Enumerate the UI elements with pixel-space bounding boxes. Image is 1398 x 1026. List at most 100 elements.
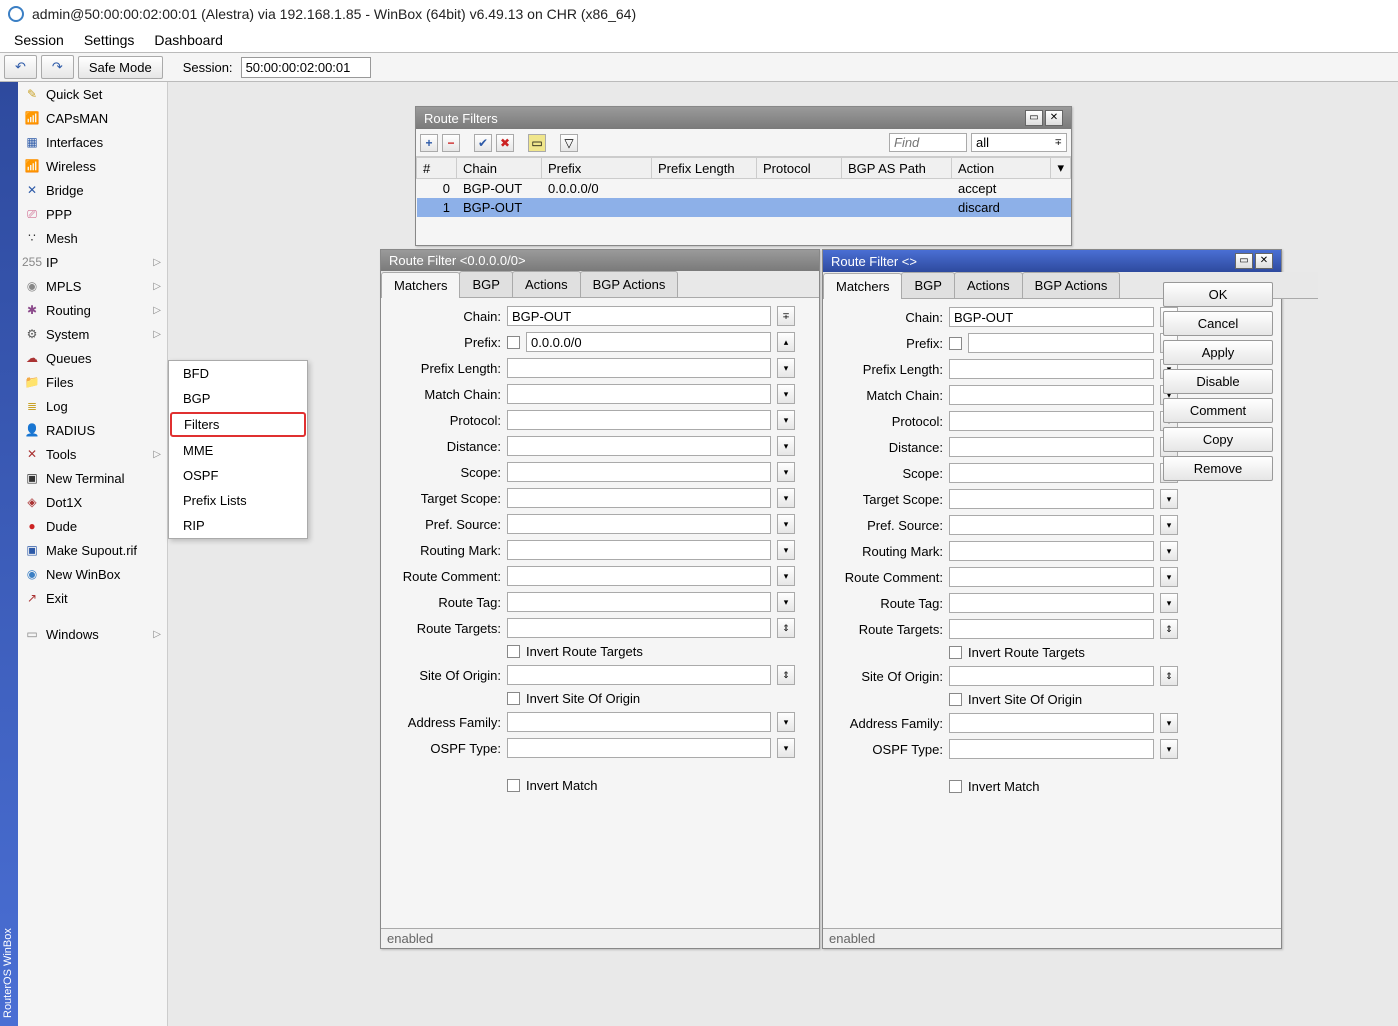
routing-mark-input[interactable] — [507, 540, 771, 560]
site-of-origin-dropdown[interactable]: ⇕ — [777, 665, 795, 685]
tab-matchers[interactable]: Matchers — [381, 272, 460, 298]
prefix-enable-checkbox[interactable] — [507, 336, 520, 349]
tab-bgp-actions[interactable]: BGP Actions — [1022, 272, 1121, 298]
table-row[interactable]: 0BGP-OUT0.0.0.0/0accept — [417, 179, 1071, 199]
check-irt-checkbox[interactable] — [949, 646, 962, 659]
menu-dashboard[interactable]: Dashboard — [146, 30, 231, 50]
route-tag-dropdown[interactable]: ▾ — [1160, 593, 1178, 613]
distance-dropdown[interactable]: ▾ — [777, 436, 795, 456]
scope-dropdown[interactable]: ▾ — [777, 462, 795, 482]
ok-button[interactable]: OK — [1163, 282, 1273, 307]
sidebar-item-dot1x[interactable]: ◈Dot1X — [18, 490, 167, 514]
check-im-checkbox[interactable] — [949, 780, 962, 793]
submenu-ospf[interactable]: OSPF — [169, 463, 307, 488]
pref-source-input[interactable] — [949, 515, 1154, 535]
tab-bgp[interactable]: BGP — [901, 272, 954, 298]
prefix-dropdown[interactable]: ▴ — [777, 332, 795, 352]
tab-actions[interactable]: Actions — [954, 272, 1023, 298]
pref-source-input[interactable] — [507, 514, 771, 534]
cancel-button[interactable]: Cancel — [1163, 311, 1273, 336]
target-scope-input[interactable] — [949, 489, 1154, 509]
sidebar-item-mesh[interactable]: ∵Mesh — [18, 226, 167, 250]
pref-source-dropdown[interactable]: ▾ — [1160, 515, 1178, 535]
tab-bgp-actions[interactable]: BGP Actions — [580, 271, 679, 297]
sidebar-item-files[interactable]: 📁Files — [18, 370, 167, 394]
col-aspath[interactable]: BGP AS Path — [842, 158, 952, 179]
scope-input[interactable] — [507, 462, 771, 482]
sidebar-item-bridge[interactable]: ✕Bridge — [18, 178, 167, 202]
check-iso-checkbox[interactable] — [507, 692, 520, 705]
submenu-bfd[interactable]: BFD — [169, 361, 307, 386]
site-of-origin-input[interactable] — [507, 665, 771, 685]
target-scope-dropdown[interactable]: ▾ — [1160, 489, 1178, 509]
col-prefix[interactable]: Prefix — [542, 158, 652, 179]
route-targets-input[interactable] — [507, 618, 771, 638]
col-action[interactable]: Action — [952, 158, 1051, 179]
prefix-input[interactable] — [526, 332, 771, 352]
distance-input[interactable] — [507, 436, 771, 456]
submenu-mme[interactable]: MME — [169, 438, 307, 463]
ospf-type-dropdown[interactable]: ▾ — [1160, 739, 1178, 759]
check-iso-checkbox[interactable] — [949, 693, 962, 706]
tab-actions[interactable]: Actions — [512, 271, 581, 297]
route-tag-input[interactable] — [507, 592, 771, 612]
pref-source-dropdown[interactable]: ▾ — [777, 514, 795, 534]
menu-session[interactable]: Session — [6, 30, 72, 50]
prefix-length-input[interactable] — [949, 359, 1154, 379]
minimize-icon[interactable]: ▭ — [1025, 110, 1043, 126]
sidebar-item-ppp[interactable]: ⎚PPP — [18, 202, 167, 226]
menu-settings[interactable]: Settings — [76, 30, 143, 50]
copy-button[interactable]: Copy — [1163, 427, 1273, 452]
comment-button[interactable]: Comment — [1163, 398, 1273, 423]
tab-matchers[interactable]: Matchers — [823, 273, 902, 299]
disable-button[interactable]: Disable — [1163, 369, 1273, 394]
address-family-input[interactable] — [949, 713, 1154, 733]
site-of-origin-input[interactable] — [949, 666, 1154, 686]
remove-icon[interactable]: − — [442, 134, 460, 152]
sidebar-item-quick-set[interactable]: ✎Quick Set — [18, 82, 167, 106]
submenu-bgp[interactable]: BGP — [169, 386, 307, 411]
route-tag-input[interactable] — [949, 593, 1154, 613]
sidebar-item-queues[interactable]: ☁Queues — [18, 346, 167, 370]
comment-icon[interactable]: ▭ — [528, 134, 546, 152]
distance-input[interactable] — [949, 437, 1154, 457]
filter-select[interactable]: all∓ — [971, 133, 1067, 152]
sidebar-item-radius[interactable]: 👤RADIUS — [18, 418, 167, 442]
sidebar-item-new-terminal[interactable]: ▣New Terminal — [18, 466, 167, 490]
sidebar-item-wireless[interactable]: 📶Wireless — [18, 154, 167, 178]
chain-input[interactable] — [507, 306, 771, 326]
safe-mode-button[interactable]: Safe Mode — [78, 56, 163, 79]
target-scope-input[interactable] — [507, 488, 771, 508]
sidebar-item-windows[interactable]: ▭Windows▷ — [18, 622, 167, 646]
prefix-length-dropdown[interactable]: ▾ — [777, 358, 795, 378]
dialog-right-title[interactable]: Route Filter <> ▭ ✕ — [823, 250, 1281, 272]
enable-icon[interactable]: ✔ — [474, 134, 492, 152]
route-targets-input[interactable] — [949, 619, 1154, 639]
sidebar-item-system[interactable]: ⚙System▷ — [18, 322, 167, 346]
check-irt-checkbox[interactable] — [507, 645, 520, 658]
minimize-icon[interactable]: ▭ — [1235, 253, 1253, 269]
address-family-dropdown[interactable]: ▾ — [1160, 713, 1178, 733]
undo-button[interactable]: ↶ — [4, 55, 37, 79]
sidebar-item-tools[interactable]: ✕Tools▷ — [18, 442, 167, 466]
submenu-rip[interactable]: RIP — [169, 513, 307, 538]
chain-dropdown[interactable]: ∓ — [777, 306, 795, 326]
route-tag-dropdown[interactable]: ▾ — [777, 592, 795, 612]
sidebar-item-exit[interactable]: ↗Exit — [18, 586, 167, 610]
dialog-left-title[interactable]: Route Filter <0.0.0.0/0> — [381, 250, 819, 271]
col-chain[interactable]: Chain — [457, 158, 542, 179]
match-chain-input[interactable] — [507, 384, 771, 404]
sidebar-item-ip[interactable]: 255IP▷ — [18, 250, 167, 274]
route-filters-title[interactable]: Route Filters ▭ ✕ — [416, 107, 1071, 129]
site-of-origin-dropdown[interactable]: ⇕ — [1160, 666, 1178, 686]
protocol-input[interactable] — [507, 410, 771, 430]
filter-icon[interactable]: ▽ — [560, 134, 578, 152]
match-chain-dropdown[interactable]: ▾ — [777, 384, 795, 404]
sidebar-item-make-supout.rif[interactable]: ▣Make Supout.rif — [18, 538, 167, 562]
target-scope-dropdown[interactable]: ▾ — [777, 488, 795, 508]
tab-bgp[interactable]: BGP — [459, 271, 512, 297]
protocol-dropdown[interactable]: ▾ — [777, 410, 795, 430]
add-icon[interactable]: + — [420, 134, 438, 152]
prefix-enable-checkbox[interactable] — [949, 337, 962, 350]
routing-mark-dropdown[interactable]: ▾ — [777, 540, 795, 560]
